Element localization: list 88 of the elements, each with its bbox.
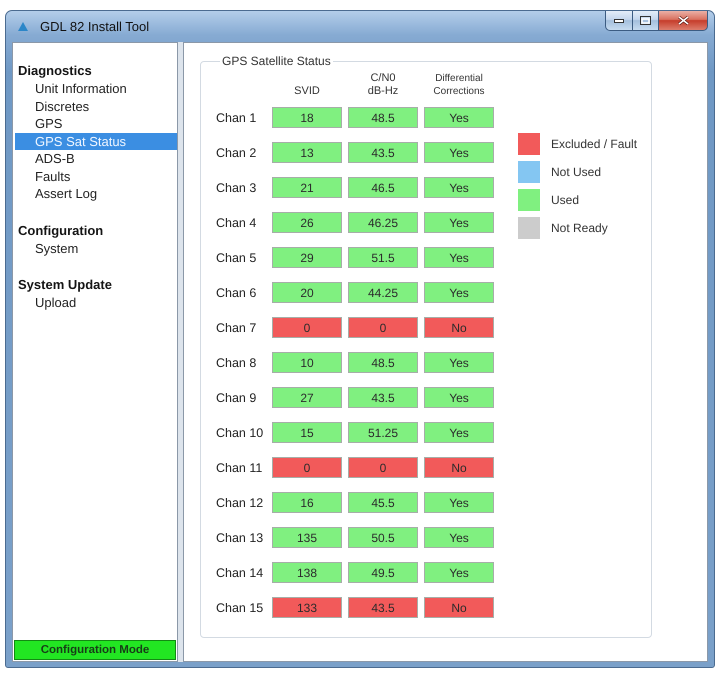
sidebar-item[interactable]: System	[15, 240, 177, 257]
sidebar-heading: System Update	[17, 276, 113, 294]
table-cell: 44.25	[348, 282, 418, 303]
maximize-button[interactable]	[632, 11, 659, 31]
table-cell: 45.5	[348, 492, 418, 513]
table-cell: 43.5	[348, 597, 418, 618]
table-cell: 15	[272, 422, 342, 443]
row-label: Chan 1	[216, 110, 258, 124]
row-label: Chan 4	[216, 216, 258, 230]
table-cell: No	[424, 457, 494, 478]
table-cell: 0	[272, 457, 342, 478]
legend-label: Used	[551, 193, 580, 207]
table-cell: Yes	[424, 282, 494, 303]
table-cell: No	[424, 597, 494, 618]
column-header: SVID	[293, 85, 321, 98]
minimize-button[interactable]	[605, 11, 632, 31]
row-label: Chan 7	[216, 320, 258, 334]
row-label: Chan 14	[216, 566, 264, 580]
legend-label: Not Used	[551, 165, 602, 179]
table-cell: 0	[348, 317, 418, 338]
table-cell: 46.5	[348, 177, 418, 198]
table-cell: Yes	[424, 352, 494, 373]
table-cell: No	[424, 317, 494, 338]
row-label: Chan 11	[216, 460, 264, 474]
sidebar-item[interactable]: Faults	[15, 168, 177, 185]
table-cell: Yes	[424, 527, 494, 548]
sidebar-item[interactable]: Unit Information	[15, 80, 177, 98]
close-button[interactable]	[659, 11, 708, 31]
table-cell: 138	[272, 562, 342, 583]
row-label: Chan 2	[216, 146, 258, 160]
row-label: Chan 6	[216, 286, 258, 300]
sidebar-heading: Diagnostics	[17, 62, 93, 80]
table-cell: 29	[272, 247, 342, 268]
sidebar-heading: Configuration	[17, 222, 104, 240]
table-cell: 10	[272, 352, 342, 373]
table-cell: Yes	[424, 387, 494, 408]
table-cell: 135	[272, 527, 342, 548]
table-cell: 13	[272, 142, 342, 163]
table-cell: 0	[348, 457, 418, 478]
table-cell: 21	[272, 177, 342, 198]
table-cell: 50.5	[348, 527, 418, 548]
table-cell: Yes	[424, 422, 494, 443]
row-label: Chan 9	[216, 390, 258, 404]
row-label: Chan 8	[216, 356, 258, 370]
table-cell: 43.5	[348, 142, 418, 163]
table-cell: Yes	[424, 562, 494, 583]
table-cell: 133	[272, 597, 342, 618]
row-label: Chan 13	[216, 530, 264, 544]
table-cell: 49.5	[348, 562, 418, 583]
row-label: Chan 3	[216, 180, 258, 194]
window-title: GDL 82 Install Tool	[40, 19, 150, 34]
table-cell: Yes	[424, 107, 494, 128]
close-icon	[678, 16, 688, 25]
sidebar-item[interactable]: Assert Log	[15, 185, 177, 202]
table-cell: 18	[272, 107, 342, 128]
table-cell: 51.25	[348, 422, 418, 443]
column-header: C/N0 dB-Hz	[366, 72, 400, 98]
table-cell: Yes	[424, 212, 494, 233]
legend-label: Excluded / Fault	[551, 137, 638, 151]
status-bar: Configuration Mode	[14, 640, 176, 660]
table-cell: 48.5	[348, 107, 418, 128]
table-cell: 26	[272, 212, 342, 233]
table-cell: Yes	[424, 177, 494, 198]
table-cell: 0	[272, 317, 342, 338]
table-cell: 27	[272, 387, 342, 408]
minimize-icon	[614, 18, 624, 22]
maximize-icon	[640, 16, 651, 25]
table-cell: 48.5	[348, 352, 418, 373]
row-label: Chan 10	[216, 426, 264, 440]
table-cell: 20	[272, 282, 342, 303]
sidebar-item[interactable]: Discretes	[15, 98, 177, 115]
row-label: Chan 12	[216, 496, 264, 510]
column-header: Differential Corrections	[432, 72, 486, 98]
row-label: Chan 15	[216, 600, 264, 614]
table-cell: 46.25	[348, 212, 418, 233]
table-cell: Yes	[424, 142, 494, 163]
table-cell: 16	[272, 492, 342, 513]
legend-label: Not Ready	[551, 221, 608, 235]
sidebar-item[interactable]: ADS-B	[15, 150, 177, 168]
triangle-icon	[18, 22, 28, 31]
table-cell: Yes	[424, 492, 494, 513]
sidebar-item[interactable]: Upload	[15, 294, 177, 312]
table-cell: 43.5	[348, 387, 418, 408]
table-cell: 51.5	[348, 247, 418, 268]
row-label: Chan 5	[216, 250, 258, 264]
table-cell: Yes	[424, 247, 494, 268]
sidebar-item[interactable]: GPS	[15, 115, 177, 132]
group-title: GPS Satellite Status	[221, 54, 332, 68]
